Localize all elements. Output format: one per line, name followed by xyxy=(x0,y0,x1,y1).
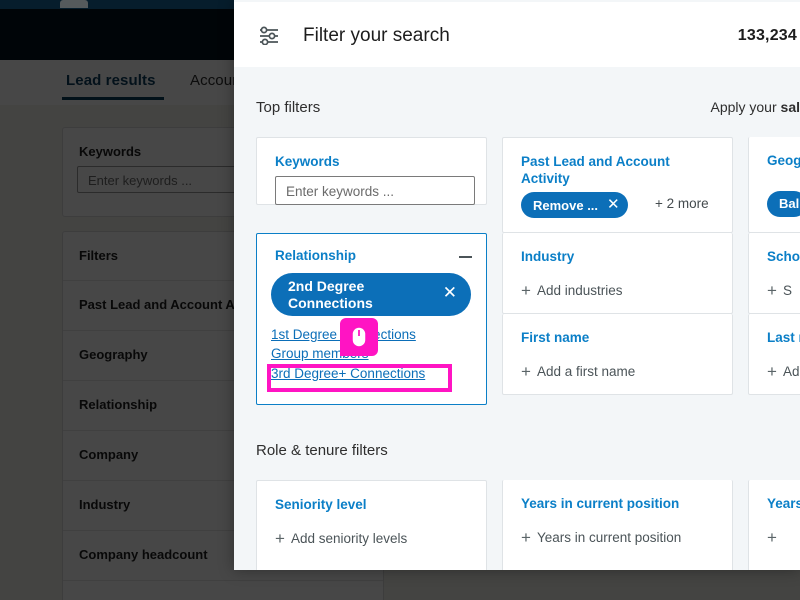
filter-card-schools: Scho + S xyxy=(748,233,800,314)
selected-filter-pill-label: Remove ... xyxy=(533,198,599,213)
filter-modal: Filter your search 133,234 Top filters A… xyxy=(234,0,800,570)
add-last-name-link[interactable]: + Ad xyxy=(767,362,800,381)
add-label: Add seniority levels xyxy=(290,531,408,546)
add-industries-link[interactable]: + Add industries xyxy=(521,281,623,300)
relationship-option-3rd-degree[interactable]: 3rd Degree+ Connections xyxy=(271,366,425,381)
plus-icon: + xyxy=(767,281,777,300)
app-keywords-label: Keywords xyxy=(79,144,142,159)
page-root: Lead results Accounts Keywords Enter key… xyxy=(0,0,800,600)
filter-card-title: Last n xyxy=(767,330,800,345)
section-heading-top-filters: Top filters xyxy=(256,99,321,116)
filter-card-last-name: Last n + Ad xyxy=(748,314,800,395)
mouse-pointer-icon xyxy=(340,318,378,356)
apply-note-bold: sal xyxy=(780,99,800,115)
filter-card-past-activity: Past Lead and Account Activity Remove ..… xyxy=(502,137,733,233)
add-label: Ad xyxy=(782,364,800,379)
selected-filter-pill: 2nd Degree Connections ✕ xyxy=(271,273,471,316)
filter-card-title: Seniority level xyxy=(275,497,367,512)
add-schools-link[interactable]: + S xyxy=(767,281,792,300)
app-filter-label: Industry xyxy=(79,497,131,512)
filter-card-title: Keywords xyxy=(275,154,340,169)
selected-filter-pill-label: Bal xyxy=(779,196,800,211)
app-filter-label: Geography xyxy=(79,347,148,362)
filter-card-years-current-position: Years in current position + Years in curr… xyxy=(502,480,733,570)
selected-filter-pill-label: 2nd Degree Connections xyxy=(288,278,373,311)
modal-title: Filter your search xyxy=(303,25,450,46)
result-count: 133,234 xyxy=(737,27,797,44)
more-filters-link[interactable]: + 2 more xyxy=(655,196,709,211)
filter-card-title: Years xyxy=(767,496,800,511)
add-years-current-position-link[interactable]: + Years in current position xyxy=(521,528,682,547)
apply-saved-search-note: Apply your sal xyxy=(710,99,800,115)
add-label: Add a first name xyxy=(536,364,636,379)
close-icon[interactable]: ✕ xyxy=(443,284,457,301)
browser-tab-nub[interactable] xyxy=(60,0,88,8)
filter-sliders-icon xyxy=(258,25,280,46)
close-icon[interactable]: ✕ xyxy=(607,192,620,218)
add-label: Years in current position xyxy=(536,530,682,545)
plus-icon: + xyxy=(521,362,531,381)
plus-icon: + xyxy=(767,528,777,547)
modal-scroll-area[interactable]: Top filters Apply your sal Keywords Ente… xyxy=(234,67,800,570)
plus-icon: + xyxy=(767,362,777,381)
filter-card-seniority-level: Seniority level + Add seniority levels xyxy=(256,480,487,570)
section-heading-role-tenure: Role & tenure filters xyxy=(256,442,388,459)
selected-filter-pill: Bal xyxy=(767,191,800,217)
filter-card-title: Relationship xyxy=(275,248,357,263)
filter-card-title: Past Lead and Account Activity xyxy=(521,154,670,186)
app-filter-row[interactable] xyxy=(63,580,383,600)
modal-header: Filter your search 133,234 xyxy=(234,2,800,68)
filter-card-title: Industry xyxy=(521,249,575,264)
app-filter-label: Company xyxy=(79,447,139,462)
plus-icon: + xyxy=(521,528,531,547)
add-label: S xyxy=(782,283,792,298)
add-seniority-levels-link[interactable]: + Add seniority levels xyxy=(275,529,408,548)
filter-card-geography: Geog Bal xyxy=(748,137,800,233)
add-first-name-link[interactable]: + Add a first name xyxy=(521,362,636,381)
selected-filter-pill: Remove ... ✕ xyxy=(521,192,628,218)
app-filter-label: Relationship xyxy=(79,397,158,412)
filter-card-title: Geog xyxy=(767,153,800,168)
app-filter-label: Company headcount xyxy=(79,547,208,562)
tab-lead-results[interactable]: Lead results xyxy=(62,72,164,100)
add-years-company-link[interactable]: + xyxy=(767,528,783,547)
minus-icon[interactable] xyxy=(459,256,472,258)
filter-card-years-company: Years + xyxy=(748,480,800,570)
plus-icon: + xyxy=(275,529,285,548)
apply-note-prefix: Apply your xyxy=(710,99,781,115)
app-filters-title: Filters xyxy=(79,248,119,263)
keywords-input[interactable]: Enter keywords ... xyxy=(275,176,475,205)
add-label: Add industries xyxy=(536,283,623,298)
plus-icon: + xyxy=(521,281,531,300)
filter-card-industry: Industry + Add industries xyxy=(502,233,733,314)
filter-card-title: Scho xyxy=(767,249,800,264)
filter-card-keywords: Keywords Enter keywords ... xyxy=(256,137,487,205)
filter-card-title: First name xyxy=(521,330,590,345)
filter-card-first-name: First name + Add a first name xyxy=(502,314,733,395)
filter-card-title: Years in current position xyxy=(521,496,680,511)
